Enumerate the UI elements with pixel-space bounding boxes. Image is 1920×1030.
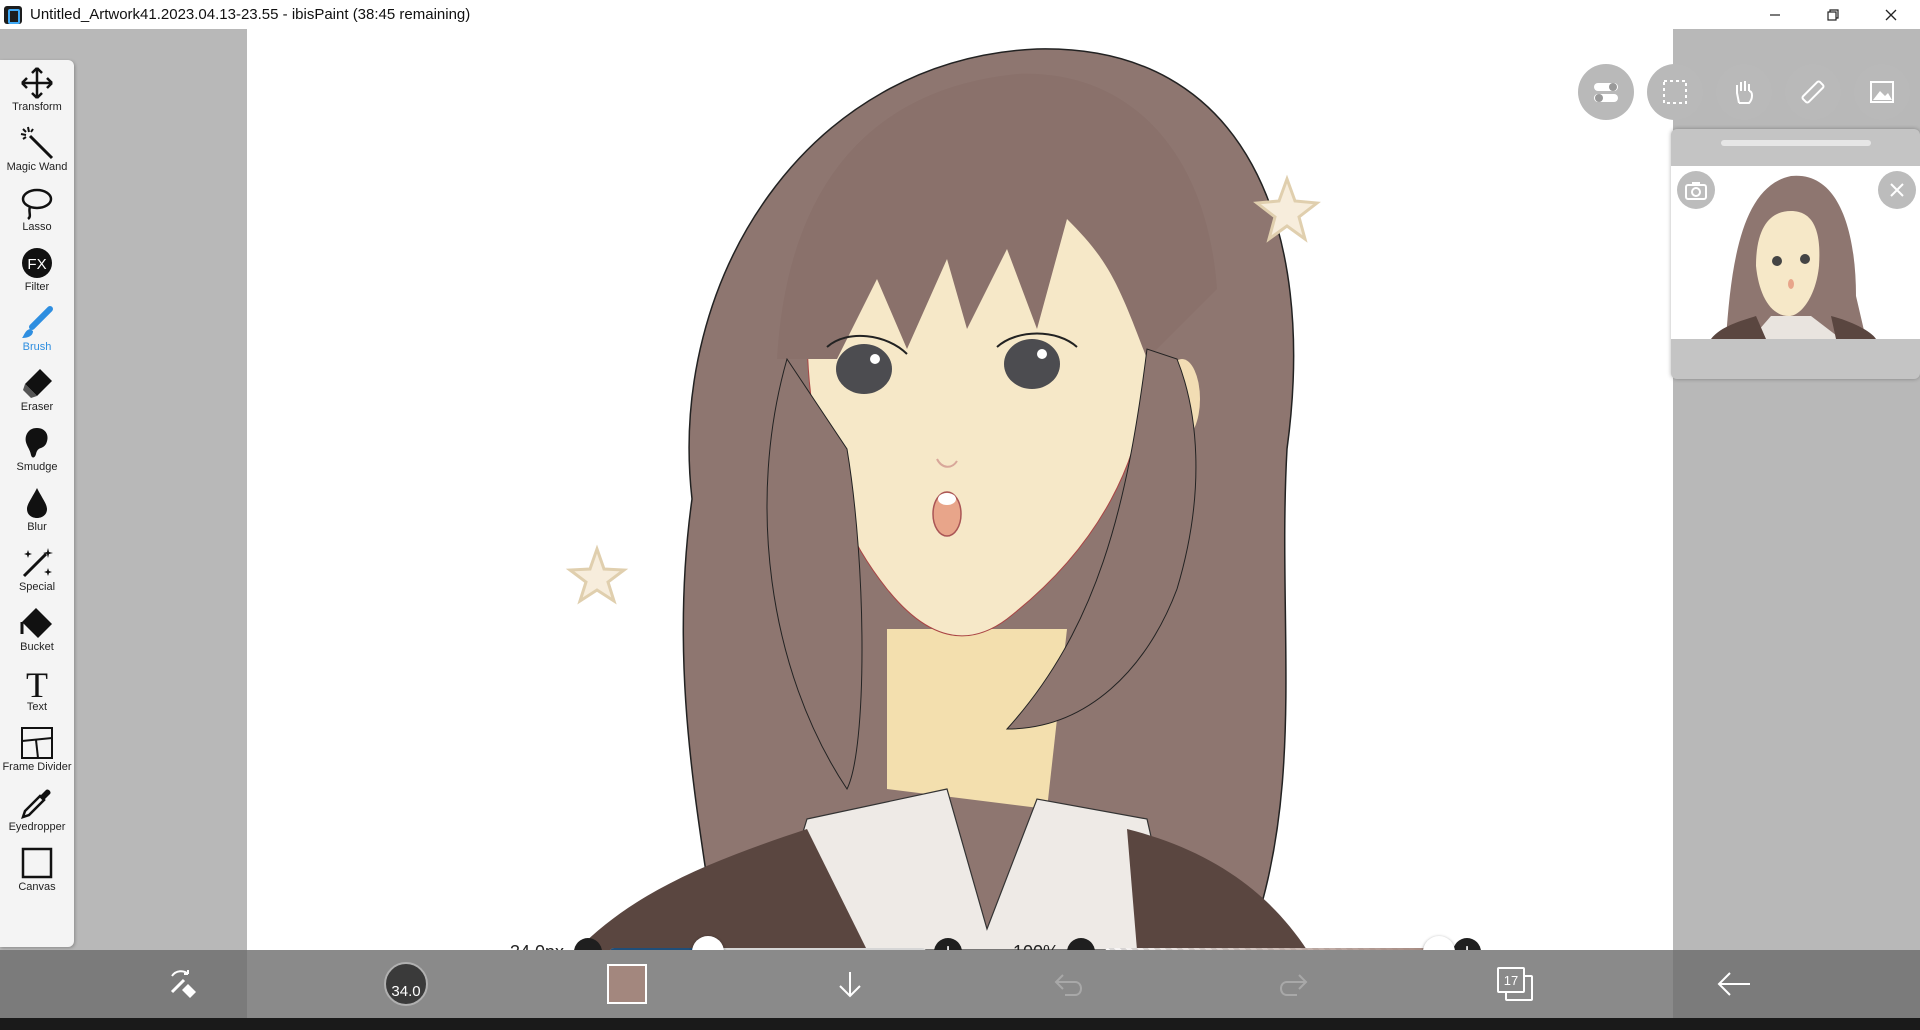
- color-button[interactable]: [603, 950, 651, 1018]
- app-icon: [4, 5, 22, 24]
- selection-icon: [1663, 80, 1687, 104]
- hand-button[interactable]: [1716, 64, 1772, 120]
- window-title: Untitled_Artwork41.2023.04.13-23.55 - ib…: [30, 6, 471, 23]
- tool-frame-divider[interactable]: Frame Divider: [0, 720, 74, 780]
- minimize-icon: [1770, 13, 1780, 16]
- magic-wand-icon: [20, 126, 54, 160]
- camera-icon: [1685, 182, 1707, 200]
- smudge-icon: [25, 428, 48, 458]
- tool-blur[interactable]: Blur: [0, 480, 74, 540]
- bottom-bar: 34.0 17: [0, 950, 1920, 1018]
- undo-button[interactable]: [1046, 950, 1094, 1018]
- bottom-bar-left: [0, 950, 247, 1018]
- back-button[interactable]: [1710, 950, 1758, 1018]
- minimize-button[interactable]: [1746, 0, 1804, 29]
- undo-icon: [1054, 974, 1082, 996]
- tool-bucket[interactable]: Bucket: [0, 600, 74, 660]
- fx-icon: FX: [22, 248, 52, 278]
- tool-eyedropper[interactable]: Eyedropper: [0, 780, 74, 840]
- tool-eraser[interactable]: Eraser: [0, 360, 74, 420]
- eyedropper-icon: [21, 789, 51, 819]
- brush-size-button[interactable]: 34.0: [382, 950, 430, 1018]
- title-bar: Untitled_Artwork41.2023.04.13-23.55 - ib…: [0, 0, 1920, 29]
- down-button[interactable]: [826, 950, 874, 1018]
- restore-button[interactable]: [1804, 0, 1862, 29]
- redo-icon: [1280, 974, 1308, 996]
- canvas-icon: [21, 847, 53, 879]
- tool-label: Canvas: [18, 881, 56, 893]
- tool-filter[interactable]: FX Filter: [0, 240, 74, 300]
- brush-icon: [22, 306, 53, 338]
- artwork: [565, 48, 1321, 950]
- tool-label: Special: [18, 581, 56, 593]
- layers-button[interactable]: 17: [1490, 950, 1538, 1018]
- reference-window-grip[interactable]: [1721, 140, 1871, 146]
- text-icon: T: [26, 666, 48, 700]
- svg-text:T: T: [26, 666, 48, 700]
- current-color-swatch: [607, 964, 647, 1004]
- tool-label: Frame Divider: [2, 761, 72, 773]
- svg-text:FX: FX: [27, 256, 46, 273]
- special-wand-icon: [22, 548, 53, 578]
- left-eye: [836, 344, 892, 394]
- ruler-icon: [1801, 80, 1825, 104]
- redo-button[interactable]: [1268, 950, 1316, 1018]
- brush-eraser-swap-button[interactable]: [160, 950, 208, 1018]
- brush-size-preview: 34.0: [384, 962, 428, 1006]
- tool-label: Text: [26, 701, 48, 713]
- tool-special[interactable]: Special: [0, 540, 74, 600]
- tool-label: Transform: [12, 101, 62, 113]
- toggle-icon: [1594, 83, 1618, 102]
- reference-window[interactable]: [1671, 129, 1920, 379]
- reference-image-button[interactable]: [1854, 64, 1910, 120]
- eraser-icon: [23, 369, 52, 398]
- tool-label: Blur: [27, 521, 47, 533]
- arrow-down-icon: [839, 972, 861, 998]
- reference-close-button[interactable]: [1878, 171, 1916, 209]
- tool-palette: Transform Magic Wand Lasso FX Filter Bru…: [0, 60, 74, 947]
- brush-eraser-swap-icon: [170, 970, 196, 998]
- back-arrow-icon: [1717, 972, 1750, 996]
- tool-smudge[interactable]: Smudge: [0, 420, 74, 480]
- close-window-button[interactable]: [1862, 0, 1920, 29]
- tool-text[interactable]: T Text: [0, 660, 74, 720]
- tool-label: Brush: [22, 341, 52, 353]
- close-icon: [1885, 9, 1897, 20]
- tool-label: Filter: [24, 281, 50, 293]
- ruler-button[interactable]: [1785, 64, 1841, 120]
- move-arrows-icon: [21, 67, 53, 99]
- tool-brush[interactable]: Brush: [0, 300, 74, 360]
- restore-icon: [1827, 8, 1839, 21]
- frame-divider-icon: [21, 727, 53, 759]
- tool-label: Eyedropper: [8, 821, 66, 833]
- lasso-icon: [21, 188, 53, 220]
- tool-magic-wand[interactable]: Magic Wand: [0, 120, 74, 180]
- drawing-canvas[interactable]: [247, 29, 1673, 950]
- toggle-button[interactable]: [1578, 64, 1634, 120]
- reference-image-icon: [1870, 81, 1894, 103]
- tool-label: Smudge: [16, 461, 58, 473]
- tool-transform[interactable]: Transform: [0, 60, 74, 120]
- workspace: Transform Magic Wand Lasso FX Filter Bru…: [0, 29, 1920, 968]
- tool-canvas[interactable]: Canvas: [0, 840, 74, 900]
- right-eye: [1004, 339, 1060, 389]
- blur-drop-icon: [27, 488, 47, 518]
- selection-button[interactable]: [1647, 64, 1703, 120]
- bucket-icon: [20, 608, 52, 638]
- layers-icon: 17: [1497, 967, 1533, 1001]
- camera-button[interactable]: [1677, 171, 1715, 209]
- tool-label: Magic Wand: [6, 161, 68, 173]
- close-icon: [1890, 183, 1904, 197]
- taskbar-strip: [0, 1018, 1920, 1030]
- layers-count: 17: [1497, 967, 1525, 993]
- tool-lasso[interactable]: Lasso: [0, 180, 74, 240]
- star-left: [565, 544, 629, 605]
- hand-icon: [1736, 81, 1753, 104]
- tool-label: Bucket: [20, 641, 54, 653]
- tool-label: Eraser: [20, 401, 54, 413]
- window-controls: [1746, 0, 1920, 29]
- tool-label: Lasso: [22, 221, 52, 233]
